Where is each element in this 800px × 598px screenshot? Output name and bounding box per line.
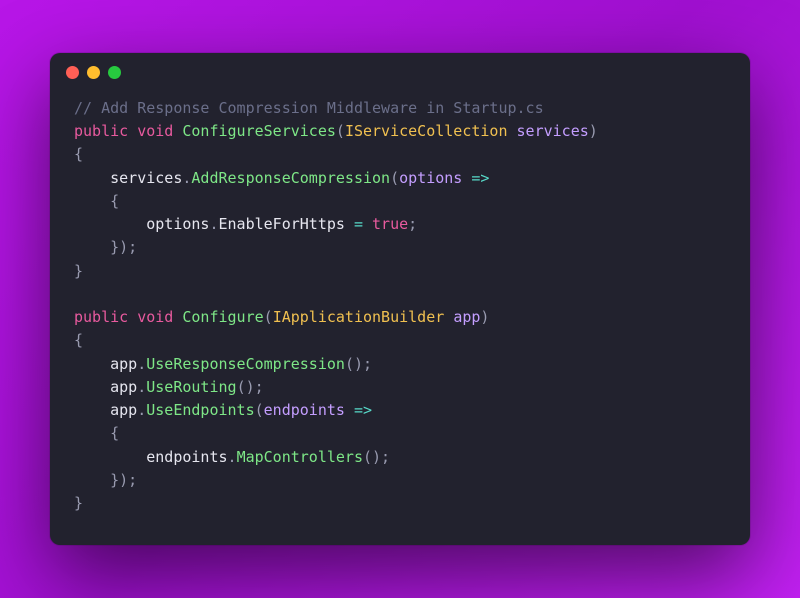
code-token-param: endpoints — [264, 401, 345, 419]
code-window: // Add Response Compression Middleware i… — [50, 53, 750, 546]
code-token-operator: => — [354, 401, 372, 419]
code-token-literal: true — [372, 215, 408, 233]
titlebar — [50, 53, 750, 93]
code-token-punct: ( — [264, 308, 273, 326]
minimize-dot-icon[interactable] — [87, 66, 100, 79]
code-token-punct: (); — [363, 448, 390, 466]
close-dot-icon[interactable] — [66, 66, 79, 79]
code-token-keyword: public — [74, 122, 128, 140]
code-token-operator: = — [354, 215, 363, 233]
code-token-keyword: void — [137, 122, 173, 140]
code-token-punct: { — [74, 331, 83, 349]
code-token-method: UseResponseCompression — [146, 355, 345, 373]
code-token-param: app — [453, 308, 480, 326]
code-token-field: options — [146, 215, 209, 233]
code-token-comment: // Add Response Compression Middleware i… — [74, 99, 544, 117]
code-token-punct: . — [228, 448, 237, 466]
code-token-param: services — [517, 122, 589, 140]
code-token-field: app — [110, 378, 137, 396]
code-token-punct: { — [110, 424, 119, 442]
code-block[interactable]: // Add Response Compression Middleware i… — [50, 93, 750, 546]
code-token-method: MapControllers — [237, 448, 363, 466]
code-token-punct: . — [137, 378, 146, 396]
code-token-builtin: IApplicationBuilder — [273, 308, 445, 326]
code-token-punct: ) — [589, 122, 598, 140]
code-token-method: Configure — [182, 308, 263, 326]
code-token-field: EnableForHttps — [219, 215, 345, 233]
code-token-punct: . — [137, 401, 146, 419]
code-token-field: app — [110, 355, 137, 373]
code-token-punct: { — [74, 145, 83, 163]
code-token-punct: }); — [110, 471, 137, 489]
code-token-operator: => — [471, 169, 489, 187]
code-token-punct: ) — [480, 308, 489, 326]
code-token-keyword: void — [137, 308, 173, 326]
code-token-punct: (); — [345, 355, 372, 373]
code-token-punct: . — [137, 355, 146, 373]
code-token-punct: } — [74, 262, 83, 280]
code-token-param: options — [399, 169, 462, 187]
code-token-punct: ( — [255, 401, 264, 419]
maximize-dot-icon[interactable] — [108, 66, 121, 79]
code-token-keyword: public — [74, 308, 128, 326]
code-token-punct: } — [74, 494, 83, 512]
code-token-punct: { — [110, 192, 119, 210]
code-token-field: app — [110, 401, 137, 419]
code-token-method: ConfigureServices — [182, 122, 336, 140]
code-token-punct: ; — [408, 215, 417, 233]
code-token-punct: }); — [110, 238, 137, 256]
code-token-punct: . — [209, 215, 218, 233]
code-token-method: UseRouting — [146, 378, 236, 396]
code-token-field: services — [110, 169, 182, 187]
code-token-builtin: IServiceCollection — [345, 122, 508, 140]
code-token-method: UseEndpoints — [146, 401, 254, 419]
code-token-field: endpoints — [146, 448, 227, 466]
code-token-punct: (); — [237, 378, 264, 396]
code-token-punct: ( — [390, 169, 399, 187]
code-token-method: AddResponseCompression — [191, 169, 390, 187]
code-token-punct: ( — [336, 122, 345, 140]
